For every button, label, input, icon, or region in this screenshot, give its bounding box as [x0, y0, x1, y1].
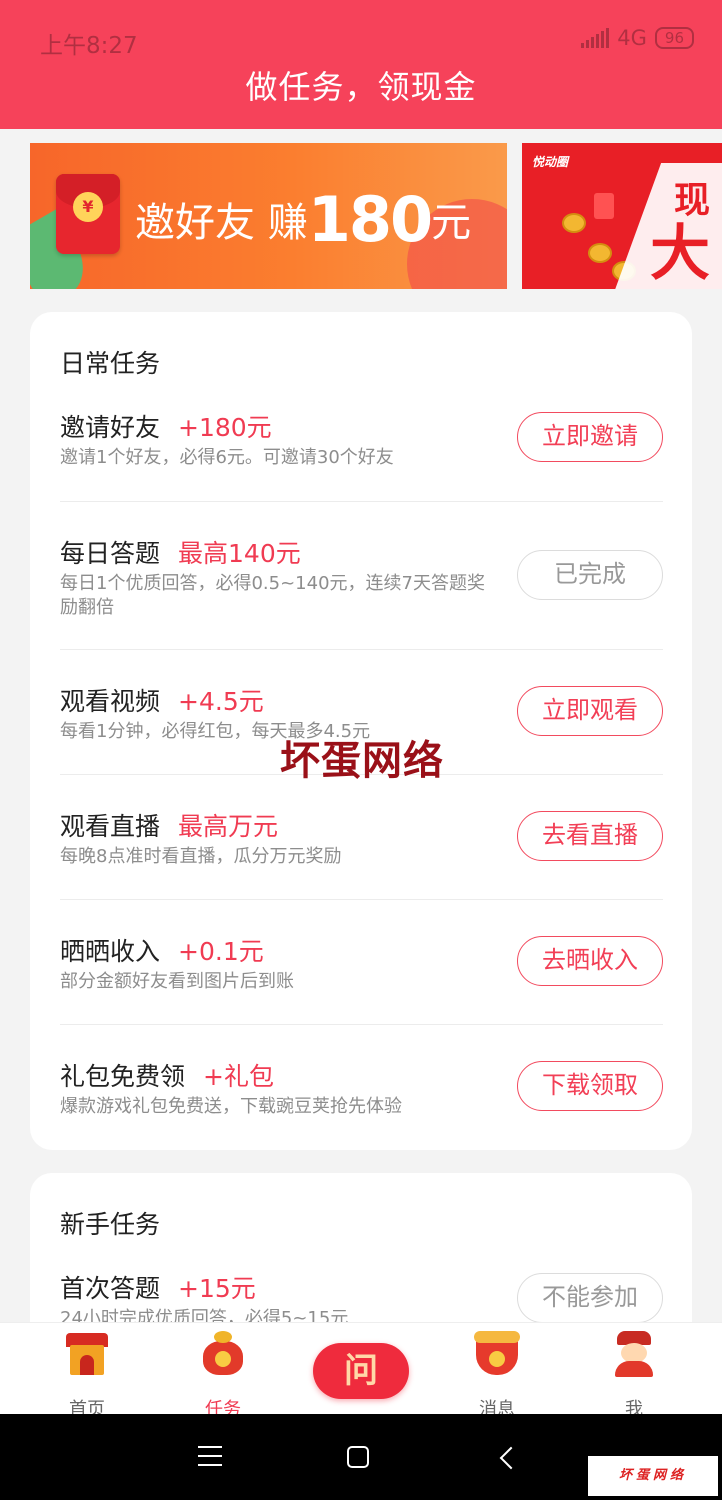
header: 上午8:27 4G 96 做任务，领现金 — [0, 0, 722, 129]
tab-messages[interactable]: 消息 — [457, 1329, 537, 1421]
task-desc: 爆款游戏礼包免费送，下载豌豆荚抢先体验 — [60, 1096, 402, 1117]
watermark: 坏蛋网络 — [280, 737, 444, 784]
task-daily-answer: 每日答题 最高140元 每日1个优质回答，必得0.5~140元，连续7天答题奖励翻… — [60, 534, 663, 634]
divider — [60, 649, 663, 650]
tab-me[interactable]: 我 — [594, 1329, 674, 1421]
coin-icon — [588, 243, 612, 263]
profile-icon — [609, 1329, 659, 1379]
ask-button[interactable]: 问 — [313, 1343, 409, 1399]
invite-button[interactable]: 立即邀请 — [517, 412, 663, 462]
banner-text: 邀好友 赚180元 — [135, 183, 472, 256]
task-reward: +4.5元 — [178, 687, 264, 716]
task-reward: +0.1元 — [178, 937, 264, 966]
battery-icon: 96 — [654, 27, 694, 49]
corner-watermark: 坏蛋网络 — [588, 1456, 718, 1496]
tab-home[interactable]: 首页 — [47, 1329, 127, 1421]
task-desc: 邀请1个好友，必得6元。可邀请30个好友 — [60, 447, 394, 468]
task-name: 观看视频 +4.5元 — [60, 687, 264, 716]
banner-word: 大 — [650, 219, 710, 289]
task-name: 礼包免费领 +礼包 — [60, 1062, 274, 1091]
section-title: 日常任务 — [60, 349, 161, 378]
back-icon[interactable] — [499, 1446, 523, 1470]
home-nav-icon[interactable] — [347, 1446, 369, 1468]
task-watch-live: 观看直播 最高万元 每晚8点准时看直播，瓜分万元奖励 去看直播 — [60, 807, 663, 887]
task-desc: 每日1个优质回答，必得0.5~140元，连续7天答题奖励翻倍 — [60, 573, 485, 618]
red-envelope-icon — [594, 193, 614, 219]
promo-banner[interactable]: 悦动圈 现 大 — [522, 143, 722, 289]
task-name: 邀请好友 +180元 — [60, 413, 272, 442]
watch-video-button[interactable]: 立即观看 — [517, 686, 663, 736]
section-title: 新手任务 — [60, 1210, 161, 1239]
red-envelope-icon: ¥ — [56, 174, 120, 254]
menu-icon[interactable] — [198, 1446, 222, 1466]
status-indicators: 4G 96 — [581, 26, 694, 50]
money-bag-icon — [198, 1329, 248, 1379]
task-reward: +180元 — [178, 413, 272, 442]
status-time: 上午8:27 — [40, 33, 138, 59]
network-type: 4G — [617, 26, 647, 50]
share-income-button[interactable]: 去晒收入 — [517, 936, 663, 986]
task-reward: 最高万元 — [178, 812, 279, 841]
task-reward: +15元 — [178, 1274, 256, 1303]
completed-button[interactable]: 已完成 — [517, 550, 663, 600]
task-desc: 部分金额好友看到图片后到账 — [60, 971, 294, 992]
signal-icon — [581, 28, 610, 48]
divider — [60, 501, 663, 502]
page-title: 做任务，领现金 — [245, 68, 477, 106]
tab-tasks[interactable]: 任务 — [183, 1329, 263, 1421]
home-icon — [62, 1329, 112, 1379]
brand-logo: 悦动圈 — [532, 155, 569, 169]
task-reward: 最高140元 — [178, 539, 301, 568]
task-name: 晒晒收入 +0.1元 — [60, 937, 264, 966]
task-invite: 邀请好友 +180元 邀请1个好友，必得6元。可邀请30个好友 立即邀请 — [60, 408, 663, 488]
unavailable-button[interactable]: 不能参加 — [517, 1273, 663, 1323]
task-share-income: 晒晒收入 +0.1元 部分金额好友看到图片后到账 去晒收入 — [60, 932, 663, 1012]
download-claim-button[interactable]: 下载领取 — [517, 1061, 663, 1111]
divider — [60, 899, 663, 900]
message-icon — [472, 1329, 522, 1379]
task-name: 观看直播 最高万元 — [60, 812, 279, 841]
task-reward: +礼包 — [203, 1062, 274, 1091]
invite-banner[interactable]: ¥ 邀好友 赚180元 — [30, 143, 507, 289]
task-name: 每日答题 最高140元 — [60, 539, 301, 568]
task-gift-pack: 礼包免费领 +礼包 爆款游戏礼包免费送，下载豌豆荚抢先体验 下载领取 — [60, 1057, 663, 1137]
coin-icon — [562, 213, 586, 233]
task-name: 首次答题 +15元 — [60, 1274, 256, 1303]
task-desc: 每晚8点准时看直播，瓜分万元奖励 — [60, 846, 342, 867]
divider — [60, 1024, 663, 1025]
bottom-tab-bar: 首页 任务 问 消息 我 — [0, 1322, 722, 1420]
watch-live-button[interactable]: 去看直播 — [517, 811, 663, 861]
